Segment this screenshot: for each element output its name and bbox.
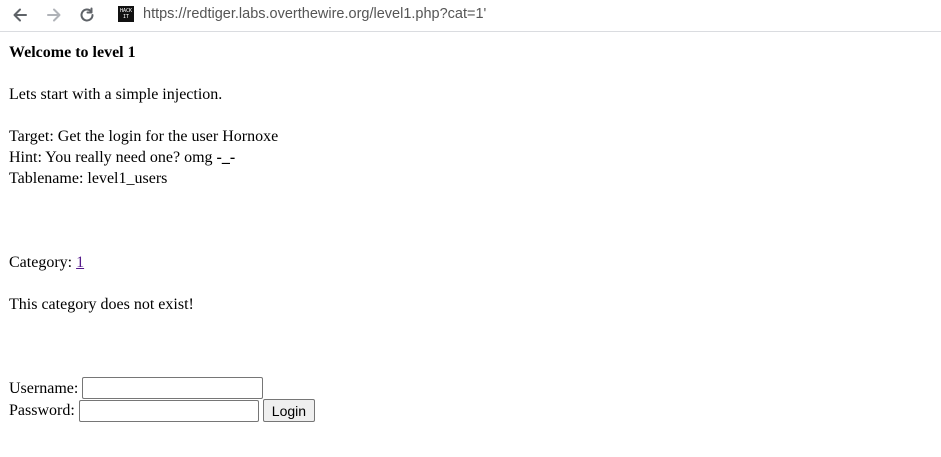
password-row: Password: Login <box>9 399 316 422</box>
category-link[interactable]: 1 <box>76 254 84 271</box>
hint-emoticon: -_- <box>216 149 236 166</box>
intro-text: Lets start with a simple injection. <box>9 86 223 103</box>
reload-icon <box>80 7 94 22</box>
username-row: Username: <box>9 377 264 399</box>
forward-arrow-icon <box>47 8 61 22</box>
reload-button[interactable] <box>76 4 98 26</box>
tablename-text: Tablename: level1_users <box>9 170 168 187</box>
error-message: This category does not exist! <box>9 296 194 313</box>
forward-button[interactable] <box>43 4 65 26</box>
username-label: Username: <box>9 379 79 397</box>
page-title: Welcome to level 1 <box>9 44 136 61</box>
back-button[interactable] <box>9 4 31 26</box>
hint-prefix: Hint: You really need one? omg <box>9 149 217 166</box>
address-bar-url[interactable]: https://redtiger.labs.overthewire.org/le… <box>143 6 486 22</box>
site-favicon-icon: HACK IT <box>118 6 134 22</box>
password-label: Password: <box>9 402 75 419</box>
username-input[interactable] <box>82 377 264 399</box>
login-button[interactable]: Login <box>262 399 316 422</box>
target-text: Target: Get the login for the user Horno… <box>9 128 279 145</box>
browser-toolbar: HACK IT https://redtiger.labs.overthewir… <box>0 0 941 32</box>
password-input[interactable] <box>78 399 259 422</box>
category-line: Category: 1 <box>9 252 84 273</box>
back-arrow-icon <box>13 8 27 22</box>
hint-text: Hint: You really need one? omg -_- <box>9 147 235 168</box>
category-label: Category: <box>9 254 77 271</box>
